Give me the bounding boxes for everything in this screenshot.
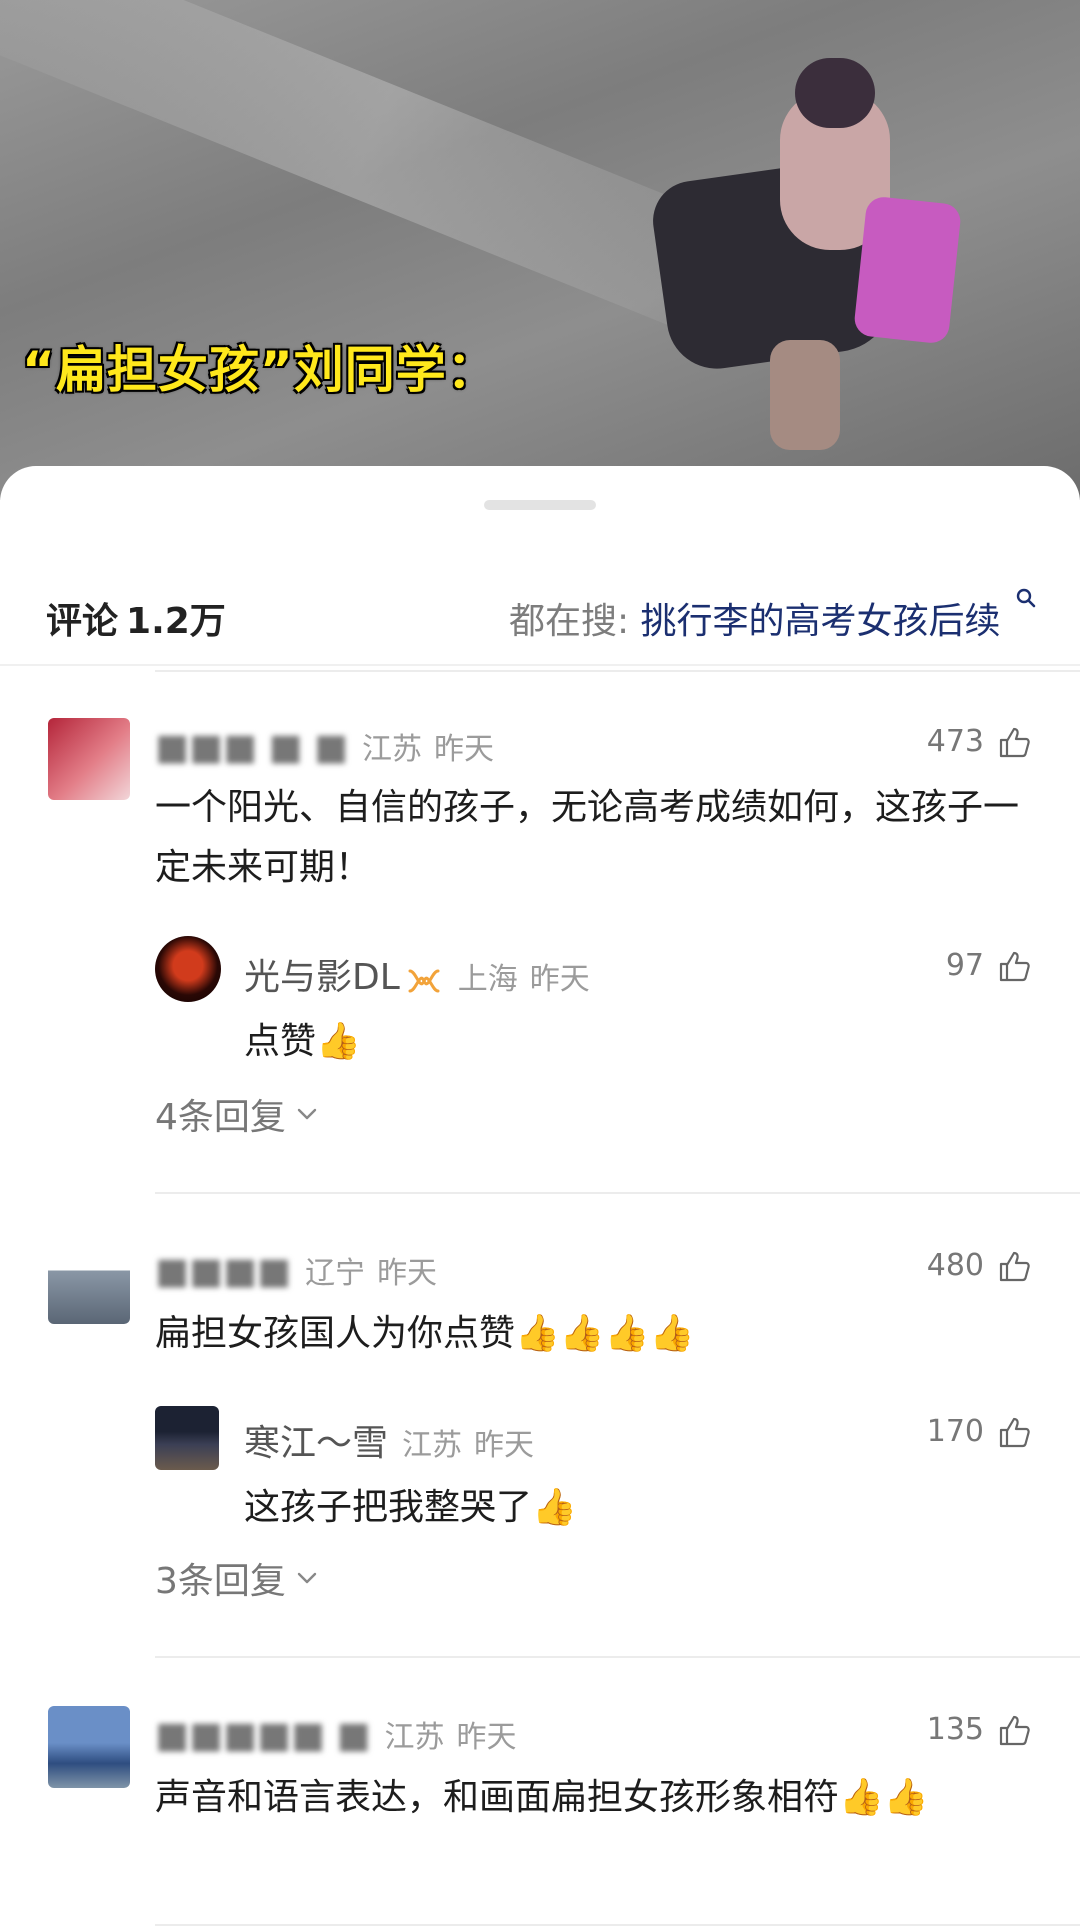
- trending-search[interactable]: 都在搜: 挑行李的高考女孩后续: [508, 588, 1036, 644]
- reply-like-count: 97: [945, 948, 984, 983]
- more-replies-button[interactable]: 4条回复: [155, 1088, 318, 1140]
- comment-location: 江苏: [361, 732, 422, 767]
- comments-count: 1.2万: [126, 601, 226, 642]
- reply-location: 江苏: [402, 1428, 463, 1463]
- like-count: 473: [926, 724, 984, 759]
- thumbs-up-icon[interactable]: [998, 1713, 1032, 1747]
- video-caption: “扁担女孩”刘同学：: [22, 341, 498, 399]
- comment-text: 扁担女孩国人为你点赞👍👍👍👍: [155, 1313, 695, 1354]
- comment-meta: ■■■■ 辽宁 昨天: [155, 1248, 437, 1292]
- verified-badge-icon: [408, 969, 440, 992]
- comment-meta: ■■■ ■ ■ 江苏 昨天: [155, 724, 494, 768]
- search-prefix: 都在搜:: [508, 601, 630, 642]
- avatar[interactable]: [48, 718, 130, 800]
- comment-text: 声音和语言表达，和画面扁担女孩形象相符👍👍: [155, 1777, 929, 1818]
- comment-count: 评论 1.2万: [46, 592, 226, 644]
- like-button[interactable]: 135: [927, 1712, 1032, 1747]
- comment-meta: ■■■■■ ■ 江苏 昨天: [155, 1712, 517, 1756]
- divider: [155, 1924, 1080, 1926]
- divider: [155, 670, 1080, 672]
- comment-location: 江苏: [384, 1720, 445, 1755]
- video-frame-girl-legs: [770, 340, 840, 450]
- thumbs-up-icon[interactable]: [998, 725, 1032, 759]
- avatar[interactable]: [48, 1706, 130, 1788]
- divider: [155, 1192, 1080, 1194]
- like-count: 135: [926, 1712, 984, 1747]
- thumbs-up-icon[interactable]: [998, 949, 1032, 983]
- reply-time: 昨天: [474, 1428, 535, 1463]
- like-button[interactable]: 473: [927, 724, 1032, 759]
- sheet-drag-handle[interactable]: [484, 500, 596, 510]
- avatar[interactable]: [48, 1242, 130, 1324]
- reply-like-button[interactable]: 170: [927, 1414, 1032, 1449]
- comment-header: 评论 1.2万 都在搜: 挑行李的高考女孩后续: [0, 576, 1080, 656]
- comment-text: 一个阳光、自信的孩子，无论高考成绩如何，这孩子一定未来可期！: [155, 787, 1020, 888]
- more-replies-label: 3条回复: [155, 1561, 286, 1602]
- comment-author[interactable]: ■■■■: [155, 1251, 291, 1292]
- chevron-down-icon: [297, 1572, 317, 1584]
- reply-avatar[interactable]: [155, 1406, 219, 1470]
- video-player[interactable]: “扁担女孩”刘同学：: [0, 0, 1080, 500]
- reply-like-button[interactable]: 97: [946, 948, 1032, 983]
- thumbs-up-icon[interactable]: [998, 1249, 1032, 1283]
- reply-author[interactable]: 寒江～雪: [244, 1423, 388, 1464]
- comments-label: 评论: [46, 601, 119, 642]
- reply-meta: 寒江～雪 江苏 昨天: [244, 1414, 534, 1466]
- reply-avatar[interactable]: [155, 936, 221, 1002]
- comment-author[interactable]: ■■■ ■ ■: [155, 727, 348, 768]
- like-count: 480: [926, 1248, 984, 1283]
- search-icon[interactable]: [1016, 588, 1036, 608]
- divider: [155, 1656, 1080, 1658]
- thumbs-up-icon[interactable]: [998, 1415, 1032, 1449]
- more-replies-button[interactable]: 3条回复: [155, 1552, 318, 1604]
- more-replies-label: 4条回复: [155, 1097, 286, 1138]
- comment-time: 昨天: [377, 1256, 438, 1291]
- comment-time: 昨天: [456, 1720, 517, 1755]
- video-frame-pink-bag: [852, 195, 963, 345]
- reply-text: 这孩子把我整哭了👍: [244, 1487, 577, 1528]
- reply-meta: 光与影DL 上海 昨天: [244, 948, 590, 1000]
- video-frame-girl-head: [795, 58, 875, 128]
- comment-author[interactable]: ■■■■■ ■: [155, 1715, 371, 1756]
- reply-text: 点赞👍: [244, 1021, 361, 1062]
- comment-time: 昨天: [433, 732, 494, 767]
- like-button[interactable]: 480: [927, 1248, 1032, 1283]
- reply-author[interactable]: 光与影DL: [244, 957, 400, 998]
- reply-like-count: 170: [926, 1414, 984, 1449]
- chevron-down-icon: [297, 1108, 317, 1120]
- header-divider: [0, 664, 1080, 666]
- reply-time: 昨天: [529, 962, 590, 997]
- comment-location: 辽宁: [305, 1256, 366, 1291]
- comment-sheet: 评论 1.2万 都在搜: 挑行李的高考女孩后续 ■■■ ■ ■ 江苏 昨天 473 一…: [0, 466, 1080, 1929]
- search-keyword-link[interactable]: 挑行李的高考女孩后续: [641, 601, 1001, 642]
- reply-location: 上海: [457, 962, 518, 997]
